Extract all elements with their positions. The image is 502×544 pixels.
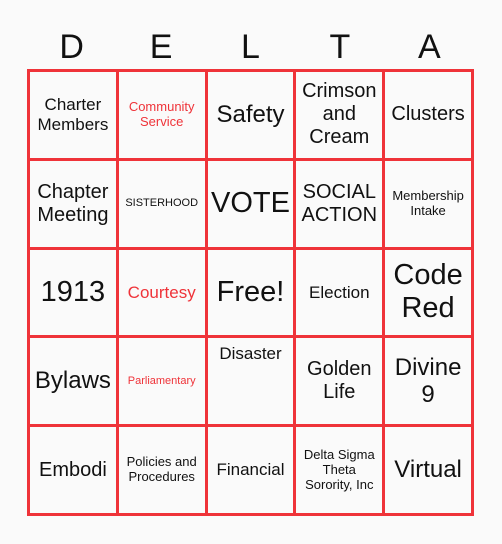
cell-label: Virtual: [394, 456, 462, 484]
bingo-cell[interactable]: Golden Life: [296, 338, 383, 425]
cell-label: Policies and Procedures: [126, 454, 197, 485]
header-letter-d: D: [59, 28, 84, 66]
bingo-cell[interactable]: Delta Sigma Theta Sorority, Inc: [296, 427, 383, 513]
cell-label: Membership Intake: [392, 187, 464, 218]
bingo-cell[interactable]: Community Service: [118, 72, 205, 158]
cell-label: Disaster: [219, 344, 282, 364]
free-space-cell[interactable]: Free!: [207, 249, 294, 336]
bingo-header: D E L T A: [27, 26, 474, 68]
cell-label: Charter Members: [37, 95, 109, 134]
header-letter-t: T: [329, 28, 351, 66]
bingo-cell[interactable]: SOCIAL ACTION: [296, 160, 383, 247]
bingo-cell[interactable]: Membership Intake: [385, 160, 471, 247]
header-letter-e: E: [149, 28, 173, 66]
bingo-cell[interactable]: Code Red: [385, 249, 471, 336]
cell-label: Free!: [216, 275, 285, 308]
bingo-cell[interactable]: Courtesy: [118, 249, 205, 336]
cell-label: Safety: [216, 101, 285, 129]
cell-label: Chapter Meeting: [37, 180, 109, 226]
bingo-cell[interactable]: Disaster: [207, 338, 294, 425]
bingo-cell[interactable]: Bylaws: [30, 338, 116, 425]
cell-label: Crimson and Cream: [302, 80, 377, 149]
bingo-cell[interactable]: Policies and Procedures: [118, 427, 205, 513]
header-letter-l: L: [241, 28, 260, 66]
cell-label: Code Red: [393, 259, 463, 325]
bingo-cell[interactable]: Divine 9: [385, 338, 471, 425]
bingo-cell[interactable]: Financial: [207, 427, 294, 513]
cell-label: SOCIAL ACTION: [301, 180, 378, 226]
bingo-cell[interactable]: Charter Members: [30, 72, 116, 158]
cell-label: VOTE: [211, 187, 290, 220]
cell-label: Delta Sigma Theta Sorority, Inc: [303, 446, 375, 492]
cell-label: 1913: [40, 275, 106, 308]
cell-label: Election: [309, 282, 370, 302]
bingo-cell[interactable]: Election: [296, 249, 383, 336]
cell-label: Courtesy: [127, 282, 196, 302]
cell-label: Bylaws: [34, 367, 111, 395]
bingo-cell[interactable]: SISTERHOOD: [118, 160, 205, 247]
bingo-cell[interactable]: VOTE: [207, 160, 294, 247]
bingo-board: Charter Members Community Service Safety…: [27, 69, 474, 516]
cell-label: SISTERHOOD: [125, 197, 199, 210]
cell-label: Clusters: [391, 103, 465, 126]
bingo-cell[interactable]: Safety: [207, 72, 294, 158]
bingo-cell[interactable]: 1913: [30, 249, 116, 336]
bingo-cell[interactable]: Virtual: [385, 427, 471, 513]
cell-label: Golden Life: [307, 358, 372, 404]
bingo-cell[interactable]: Embodi: [30, 427, 116, 513]
cell-label: Divine 9: [394, 353, 462, 409]
header-letter-a: A: [417, 28, 441, 66]
bingo-cell[interactable]: Chapter Meeting: [30, 160, 116, 247]
cell-label: Financial: [216, 460, 285, 480]
cell-label: Community Service: [128, 98, 195, 129]
cell-label: Embodi: [38, 458, 107, 481]
bingo-cell[interactable]: Crimson and Cream: [296, 72, 383, 158]
bingo-cell[interactable]: Clusters: [385, 72, 471, 158]
bingo-cell[interactable]: Parliamentary: [118, 338, 205, 425]
cell-label: Parliamentary: [127, 374, 196, 387]
